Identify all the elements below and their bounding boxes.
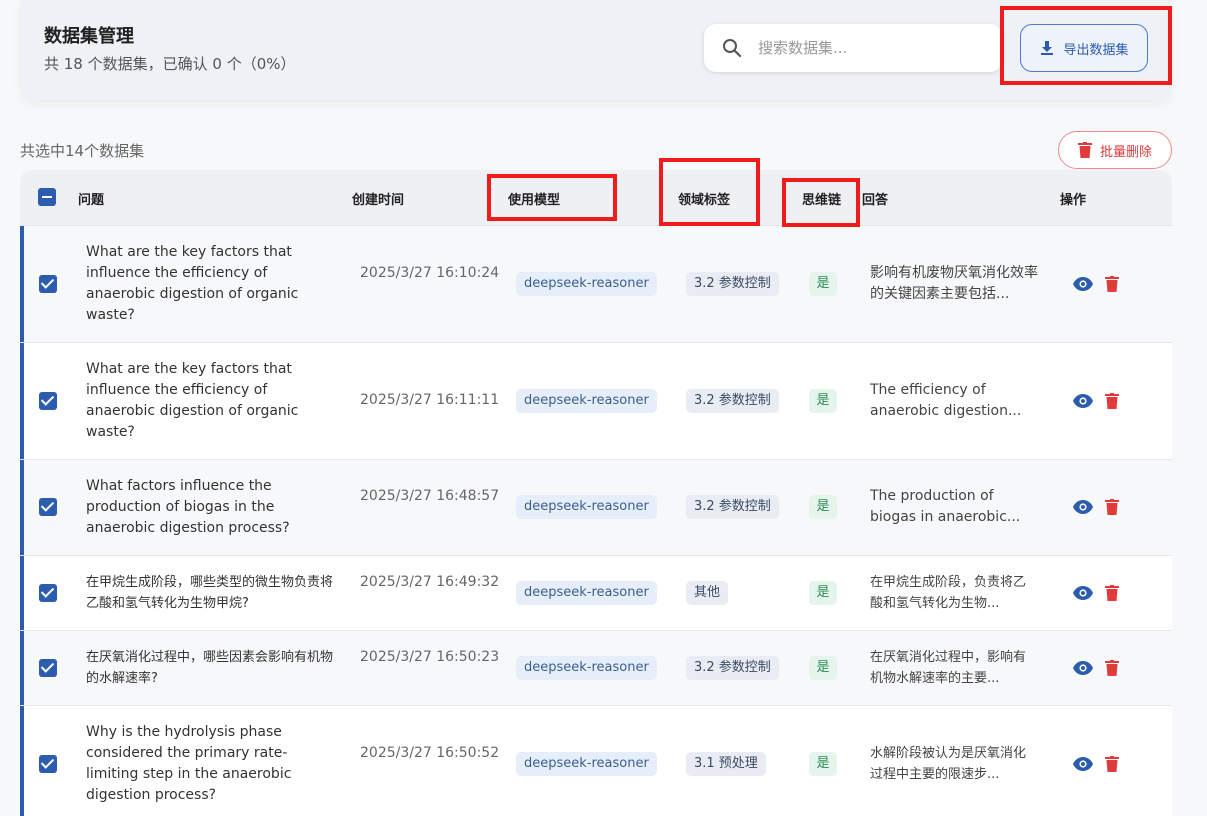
row-selected-indicator [20, 343, 24, 459]
row-selected-indicator [20, 706, 24, 816]
eye-icon[interactable] [1073, 586, 1093, 600]
table-row[interactable]: 在甲烷生成阶段，哪些类型的微生物负责将乙酸和氢气转化为生物甲烷? 2025/3/… [20, 556, 1172, 631]
selected-count: 共选中14个数据集 [20, 142, 145, 160]
col-cot[interactable]: 思维链 [802, 189, 841, 208]
table-header: 问题 创建时间 使用模型 领域标签 思维链 回答 操作 [20, 170, 1172, 226]
row-created: 2025/3/27 16:50:52 [360, 745, 500, 761]
cot-badge: 是 [809, 389, 837, 413]
trash-icon[interactable] [1105, 660, 1119, 676]
table-row[interactable]: What factors influence the production of… [20, 460, 1172, 556]
trash-icon[interactable] [1105, 585, 1119, 601]
select-all-checkbox[interactable] [38, 188, 56, 206]
tag-badge: 3.2 参数控制 [686, 495, 779, 519]
tag-badge: 其他 [686, 581, 729, 605]
download-icon [1041, 41, 1054, 55]
row-question: Why is the hydrolysis phase considered t… [86, 724, 292, 803]
tag-badge: 3.2 参数控制 [686, 389, 779, 413]
cot-badge: 是 [809, 272, 837, 296]
table-row[interactable]: Why is the hydrolysis phase considered t… [20, 706, 1172, 816]
model-badge: deepseek-reasoner [516, 389, 657, 413]
row-created: 2025/3/27 16:11:11 [360, 392, 500, 408]
row-selected-indicator [20, 631, 24, 705]
model-badge: deepseek-reasoner [516, 656, 657, 680]
tag-badge: 3.2 参数控制 [686, 272, 779, 296]
export-button-label: 导出数据集 [1063, 42, 1129, 58]
row-checkbox[interactable] [39, 275, 57, 293]
row-checkbox[interactable] [39, 755, 57, 773]
row-created: 2025/3/27 16:10:24 [360, 265, 500, 281]
row-question: 在厌氧消化过程中，哪些因素会影响有机物的水解速率? [86, 650, 334, 686]
search-icon [723, 39, 742, 58]
bulk-delete-label: 批量删除 [1099, 144, 1152, 160]
model-badge: deepseek-reasoner [516, 272, 657, 296]
row-selected-indicator [20, 226, 24, 342]
row-selected-indicator [20, 556, 24, 630]
row-question: What are the key factors that influence … [86, 244, 299, 323]
cot-badge: 是 [809, 752, 837, 776]
col-actions: 操作 [1060, 193, 1087, 208]
row-question: What factors influence the production of… [86, 478, 290, 536]
cot-badge: 是 [809, 581, 837, 605]
row-question: What are the key factors that influence … [86, 361, 299, 440]
trash-icon[interactable] [1105, 756, 1119, 772]
cot-badge: 是 [809, 495, 837, 519]
table-row[interactable]: What are the key factors that influence … [20, 226, 1172, 343]
trash-icon[interactable] [1105, 499, 1119, 515]
eye-icon[interactable] [1073, 757, 1093, 771]
trash-icon [1077, 142, 1092, 158]
trash-icon[interactable] [1105, 276, 1119, 292]
eye-icon[interactable] [1073, 394, 1093, 408]
row-question: 在甲烷生成阶段，哪些类型的微生物负责将乙酸和氢气转化为生物甲烷? [86, 575, 334, 611]
model-badge: deepseek-reasoner [516, 581, 657, 605]
tag-badge: 3.1 预处理 [686, 752, 766, 776]
eye-icon[interactable] [1073, 661, 1093, 675]
cot-badge: 是 [809, 656, 837, 680]
row-answer: 水解阶段被认为是厌氧消化过程中主要的限速步... [870, 746, 1027, 782]
row-checkbox[interactable] [39, 584, 57, 602]
col-model[interactable]: 使用模型 [508, 189, 560, 208]
row-answer: The production of biogas in anaerobic... [870, 488, 1021, 525]
eye-icon[interactable] [1073, 277, 1093, 291]
row-created: 2025/3/27 16:48:57 [360, 488, 500, 504]
col-created[interactable]: 创建时间 [352, 189, 404, 208]
tag-badge: 3.2 参数控制 [686, 656, 779, 680]
col-tag[interactable]: 领域标签 [678, 189, 730, 208]
model-badge: deepseek-reasoner [516, 752, 657, 776]
row-checkbox[interactable] [39, 498, 57, 516]
table-row[interactable]: 在厌氧消化过程中，哪些因素会影响有机物的水解速率? 2025/3/27 16:5… [20, 631, 1172, 706]
search-box[interactable] [704, 24, 1002, 72]
row-answer: The efficiency of anaerobic digestion... [870, 382, 1022, 419]
row-answer: 影响有机废物厌氧消化效率的关键因素主要包括... [870, 265, 1038, 302]
row-checkbox[interactable] [39, 392, 57, 410]
page-title: 数据集管理 [44, 26, 134, 47]
col-answer: 回答 [862, 193, 889, 208]
row-selected-indicator [20, 460, 24, 555]
header-card: 数据集管理 共 18 个数据集，已确认 0 个（0%） 导出数据集 [20, 0, 1172, 100]
row-answer: 在厌氧消化过程中，影响有机物水解速率的主要... [870, 650, 1027, 686]
row-created: 2025/3/27 16:49:32 [360, 574, 500, 590]
model-badge: deepseek-reasoner [516, 495, 657, 519]
eye-icon[interactable] [1073, 500, 1093, 514]
export-dataset-button[interactable]: 导出数据集 [1020, 24, 1148, 72]
table-row[interactable]: What are the key factors that influence … [20, 343, 1172, 460]
trash-icon[interactable] [1105, 393, 1119, 409]
dataset-table: 问题 创建时间 使用模型 领域标签 思维链 回答 操作 What are the… [20, 170, 1172, 816]
col-question: 问题 [78, 193, 105, 208]
row-answer: 在甲烷生成阶段，负责将乙酸和氢气转化为生物... [870, 575, 1027, 611]
row-created: 2025/3/27 16:50:23 [360, 649, 500, 665]
page-subtitle: 共 18 个数据集，已确认 0 个（0%） [44, 55, 296, 73]
row-checkbox[interactable] [39, 659, 57, 677]
bulk-delete-button[interactable]: 批量删除 [1058, 131, 1172, 169]
search-input[interactable] [758, 39, 978, 57]
